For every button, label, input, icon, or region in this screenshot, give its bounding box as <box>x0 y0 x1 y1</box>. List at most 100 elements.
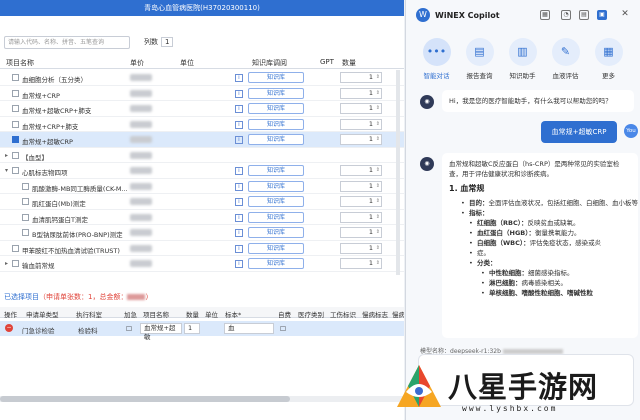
row-checkbox[interactable] <box>12 120 19 128</box>
table-row[interactable]: 血常规+CRP i 知识库 1 ⇕ <box>0 86 404 101</box>
info-icon[interactable]: i <box>235 74 243 82</box>
row-checkbox[interactable] <box>12 151 19 159</box>
row-checkbox[interactable] <box>12 260 19 267</box>
row-checkbox[interactable] <box>12 136 19 143</box>
grid-icon[interactable]: ▦ <box>540 10 550 20</box>
knowledge-button[interactable]: 知识库 <box>248 87 304 99</box>
close-icon[interactable]: ✕ <box>620 10 630 20</box>
table-row[interactable]: 甲苯胺红不加热血清试验(TRUST) i 知识库 1 ⇕ <box>0 241 404 256</box>
table-row[interactable]: 血常规+超敏CRP+肺支 i 知识库 1 ⇕ <box>0 101 404 117</box>
info-icon[interactable]: i <box>235 136 243 144</box>
order-dept[interactable]: 检验科 <box>78 325 98 335</box>
table-row[interactable]: ▸ 【血型】 <box>0 148 404 163</box>
urgent-checkbox[interactable]: ☐ <box>126 325 132 333</box>
panel-icon[interactable]: ▣ <box>597 10 607 20</box>
scroll-thumb[interactable] <box>0 396 290 402</box>
quantity-stepper[interactable]: 1 ⇕ <box>340 87 382 99</box>
knowledge-button[interactable]: 知识库 <box>248 134 304 145</box>
stepper-icon[interactable]: ⇕ <box>376 182 380 191</box>
stepper-icon[interactable]: ⇕ <box>376 104 380 113</box>
table-row[interactable]: 肌酸激酶-MB同工酶质量(CK-M... i 知识库 1 ⇕ <box>0 179 404 194</box>
knowledge-button[interactable]: 知识库 <box>248 242 304 254</box>
row-checkbox[interactable] <box>12 244 19 252</box>
quantity-stepper[interactable]: 1 ⇕ <box>340 72 382 83</box>
columns-value[interactable]: 1 <box>161 37 174 47</box>
table-row[interactable]: B型钠尿肽前体(PRO-BNP)测定 i 知识库 1 ⇕ <box>0 225 404 241</box>
quantity-stepper[interactable]: 1 ⇕ <box>340 227 382 238</box>
quantity-stepper[interactable]: 1 ⇕ <box>340 242 382 254</box>
stepper-icon[interactable]: ⇕ <box>376 213 380 222</box>
document-icon[interactable]: ▤ <box>579 10 589 20</box>
info-icon[interactable]: i <box>235 105 243 113</box>
knowledge-button[interactable]: 知识库 <box>248 72 304 83</box>
table-scrollbar[interactable] <box>396 70 400 275</box>
knowledge-button[interactable]: 知识库 <box>248 180 304 192</box>
chat-icon[interactable]: ◔ <box>561 10 571 20</box>
stepper-icon[interactable]: ⇕ <box>376 259 380 268</box>
stepper-icon[interactable]: ⇕ <box>376 135 380 144</box>
quantity-stepper[interactable]: 1 ⇕ <box>340 180 382 192</box>
info-icon[interactable]: i <box>235 213 243 222</box>
info-icon[interactable]: i <box>235 182 243 191</box>
order-item-input[interactable]: 血常规+超敏 <box>140 323 182 341</box>
horizontal-scrollbar[interactable] <box>0 396 404 402</box>
delete-icon[interactable]: − <box>5 324 13 332</box>
feature-1[interactable]: ▤ 报告查询 <box>463 38 496 80</box>
knowledge-button[interactable]: 知识库 <box>248 211 304 223</box>
expand-toggle-icon[interactable]: ▸ <box>5 260 8 267</box>
quantity-stepper[interactable]: 1 ⇕ <box>340 196 382 207</box>
info-icon[interactable]: i <box>235 89 243 98</box>
row-checkbox[interactable] <box>22 213 29 221</box>
row-checkbox[interactable] <box>12 167 19 174</box>
expand-toggle-icon[interactable]: ▸ <box>5 152 8 159</box>
stepper-icon[interactable]: ⇕ <box>376 197 380 206</box>
order-row[interactable]: − 门急诊检验 检验科 ☐ 血常规+超敏 1 血 ☐ <box>0 321 404 341</box>
knowledge-button[interactable]: 知识库 <box>248 196 304 207</box>
order-qty-input[interactable]: 1 <box>184 323 200 334</box>
info-icon[interactable]: i <box>235 260 243 268</box>
info-icon[interactable]: i <box>235 167 243 175</box>
info-icon[interactable]: i <box>235 198 243 206</box>
table-row[interactable]: ▾ 心肌标志物四项 i 知识库 1 ⇕ <box>0 163 404 179</box>
table-row[interactable]: 血细胞分析（五分类） i 知识库 1 ⇕ <box>0 70 404 86</box>
columns-selector[interactable]: 列数 1 <box>144 37 174 47</box>
specimen-select[interactable]: 血 <box>224 323 274 334</box>
stepper-icon[interactable]: ⇕ <box>376 166 380 175</box>
quantity-stepper[interactable]: 1 ⇕ <box>340 211 382 223</box>
quantity-stepper[interactable]: 1 ⇕ <box>340 134 382 145</box>
row-checkbox[interactable] <box>22 182 29 190</box>
stepper-icon[interactable]: ⇕ <box>376 228 380 237</box>
search-input[interactable]: 请输入代码、名称、拼音、五笔查询 <box>4 35 130 49</box>
info-icon[interactable]: i <box>235 120 243 129</box>
table-row[interactable]: ▸ 输血前常规 i 知识库 1 ⇕ <box>0 256 404 272</box>
quantity-stepper[interactable]: 1 ⇕ <box>340 103 382 114</box>
feature-4[interactable]: ▦ 更多 <box>592 38 625 80</box>
table-row[interactable]: 血清肌钙蛋白T测定 i 知识库 1 ⇕ <box>0 210 404 225</box>
table-row[interactable]: 肌红蛋白(Mb)测定 i 知识库 1 ⇕ <box>0 194 404 210</box>
row-checkbox[interactable] <box>22 229 29 236</box>
row-checkbox[interactable] <box>12 89 19 97</box>
stepper-icon[interactable]: ⇕ <box>376 120 380 129</box>
knowledge-button[interactable]: 知识库 <box>248 103 304 114</box>
info-icon[interactable]: i <box>235 244 243 253</box>
feature-0[interactable]: ••• 智能对话 <box>420 38 453 80</box>
row-checkbox[interactable] <box>12 105 19 112</box>
row-checkbox[interactable] <box>12 74 19 81</box>
knowledge-button[interactable]: 知识库 <box>248 118 304 130</box>
table-row[interactable]: 血常规+CRP+肺支 i 知识库 1 ⇕ <box>0 117 404 132</box>
table-row[interactable]: 血常规+超敏CRP i 知识库 1 ⇕ <box>0 132 404 148</box>
row-checkbox[interactable] <box>22 198 29 205</box>
knowledge-button[interactable]: 知识库 <box>248 165 304 176</box>
quantity-stepper[interactable]: 1 ⇕ <box>340 118 382 130</box>
knowledge-button[interactable]: 知识库 <box>248 227 304 238</box>
quantity-stepper[interactable]: 1 ⇕ <box>340 165 382 176</box>
info-icon[interactable]: i <box>235 229 243 237</box>
stepper-icon[interactable]: ⇕ <box>376 89 380 98</box>
stepper-icon[interactable]: ⇕ <box>376 73 380 82</box>
expand-toggle-icon[interactable]: ▾ <box>5 167 8 174</box>
knowledge-button[interactable]: 知识库 <box>248 258 304 269</box>
feature-2[interactable]: ▥ 知识助手 <box>506 38 539 80</box>
feature-3[interactable]: ✎ 血液评估 <box>549 38 582 80</box>
stepper-icon[interactable]: ⇕ <box>376 244 380 253</box>
quantity-stepper[interactable]: 1 ⇕ <box>340 258 382 269</box>
